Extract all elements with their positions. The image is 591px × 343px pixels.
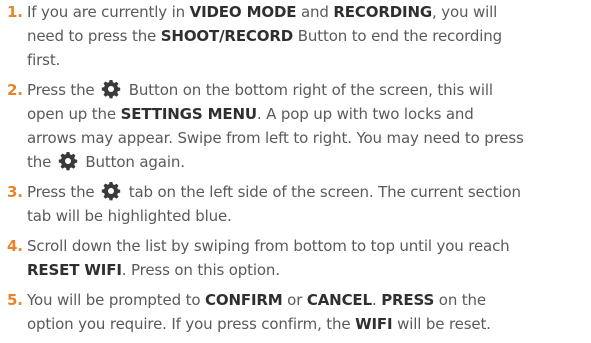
- gear-icon: [58, 151, 78, 171]
- wifi-term: WIFI: [355, 315, 393, 333]
- step-text: If you are currently in: [27, 3, 190, 21]
- press-term: PRESS: [381, 291, 435, 309]
- step-5-line-2: option you require. If you press confirm…: [27, 312, 491, 336]
- step-text: the: [27, 153, 56, 171]
- step-text: .: [371, 291, 382, 309]
- step-text: Press the: [27, 81, 100, 99]
- recording-term: RECORDING: [333, 3, 433, 21]
- step-text: Button to end the recording: [293, 27, 503, 45]
- confirm-term: CONFIRM: [204, 291, 283, 309]
- step-text: Button on the bottom right of the screen…: [124, 81, 493, 99]
- step-text: You will be prompted to: [27, 291, 205, 309]
- step-text: tab on the left side of the screen. The …: [124, 183, 521, 201]
- step-1-line-3: first.: [27, 48, 60, 72]
- cancel-term: CANCEL: [306, 291, 372, 309]
- step-text: . Press on this option.: [121, 261, 280, 279]
- step-3-line-1: Press the tab on the left side of the sc…: [27, 180, 521, 204]
- gear-icon: [101, 79, 121, 99]
- step-3-line-2: tab will be highlighted blue.: [27, 204, 232, 228]
- step-text: or: [282, 291, 307, 309]
- step-4-line-2: RESET WIFI. Press on this option.: [27, 258, 280, 282]
- step-number: 1.: [7, 3, 23, 21]
- video-mode-term: VIDEO MODE: [189, 3, 297, 21]
- step-text: first.: [27, 51, 61, 69]
- step-text: open up the: [27, 105, 121, 123]
- settings-menu-term: SETTINGS MENU: [120, 105, 257, 123]
- step-2-line-2: open up the SETTINGS MENU. A pop up with…: [27, 102, 474, 126]
- step-1-line-1: If you are currently in VIDEO MODE and R…: [27, 0, 497, 24]
- step-text: , you will: [432, 3, 498, 21]
- step-text: Scroll down the list by swiping from bot…: [27, 237, 510, 255]
- step-number: 3.: [7, 183, 23, 201]
- step-text: Press the: [27, 183, 100, 201]
- reset-wifi-term: RESET WIFI: [27, 261, 122, 279]
- step-text: arrows may appear. Swipe from left to ri…: [27, 129, 524, 147]
- step-number: 2.: [7, 81, 23, 99]
- step-text: on the: [434, 291, 486, 309]
- step-text: need to press the: [27, 27, 161, 45]
- step-text: and: [296, 3, 334, 21]
- instruction-list: 1. If you are currently in VIDEO MODE an…: [0, 0, 591, 343]
- gear-icon: [101, 181, 121, 201]
- step-number: 5.: [7, 291, 23, 309]
- step-text: option you require. If you press confirm…: [27, 315, 356, 333]
- step-4-line-1: Scroll down the list by swiping from bot…: [27, 234, 510, 258]
- step-2-line-4: the Button again.: [27, 150, 185, 174]
- step-1-line-2: need to press the SHOOT/RECORD Button to…: [27, 24, 502, 48]
- step-text: Button again.: [80, 153, 185, 171]
- step-text: will be reset.: [392, 315, 491, 333]
- step-text: tab will be highlighted blue.: [27, 207, 232, 225]
- step-2-line-3: arrows may appear. Swipe from left to ri…: [27, 126, 524, 150]
- step-5-line-1: You will be prompted to CONFIRM or CANCE…: [27, 288, 486, 312]
- shoot-record-term: SHOOT/RECORD: [160, 27, 294, 45]
- step-2-line-1: Press the Button on the bottom right of …: [27, 78, 493, 102]
- step-text: . A pop up with two locks and: [256, 105, 474, 123]
- step-number: 4.: [7, 237, 23, 255]
